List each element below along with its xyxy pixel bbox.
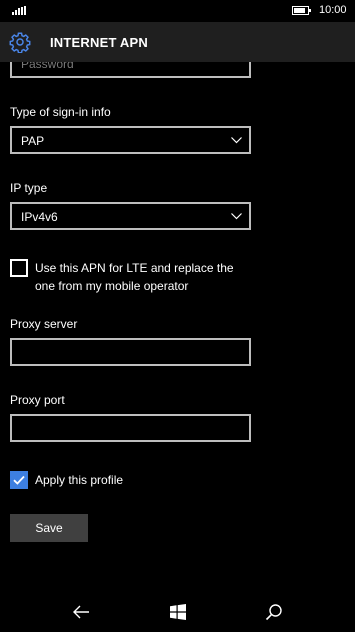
back-arrow-icon[interactable] [71, 602, 91, 622]
signal-strength-icon [12, 6, 26, 15]
proxy-port-field[interactable] [10, 414, 251, 442]
battery-level [294, 8, 305, 13]
signin-type-dropdown[interactable]: PAP [10, 126, 251, 154]
save-button[interactable]: Save [10, 514, 88, 542]
lte-checkbox[interactable] [10, 259, 28, 277]
ip-type-label: IP type [10, 181, 48, 195]
apply-profile-checkbox[interactable] [10, 471, 28, 489]
checkmark-icon [13, 475, 25, 485]
clock: 10:00 [319, 4, 347, 16]
page-title: INTERNET APN [50, 35, 148, 50]
signin-type-label: Type of sign-in info [10, 105, 111, 119]
signin-type-value: PAP [21, 134, 45, 148]
apply-profile-label: Apply this profile [35, 473, 124, 487]
ip-type-dropdown[interactable]: IPv4v6 [10, 202, 251, 230]
windows-start-icon[interactable] [168, 602, 188, 622]
lte-checkbox-label: Use this APN for LTE and replace the one… [35, 261, 234, 293]
battery-icon [292, 6, 311, 15]
proxy-server-input[interactable] [12, 340, 249, 364]
chevron-down-icon [231, 213, 242, 220]
gear-icon [9, 32, 31, 53]
password-input[interactable] [12, 62, 249, 76]
proxy-server-field[interactable] [10, 338, 251, 366]
search-icon[interactable] [264, 602, 284, 622]
password-field[interactable] [10, 62, 251, 78]
status-bar: 10:00 [0, 0, 355, 22]
app-header: INTERNET APN [0, 22, 355, 62]
proxy-port-input[interactable] [12, 416, 249, 440]
proxy-port-label: Proxy port [10, 393, 65, 407]
proxy-server-label: Proxy server [10, 317, 78, 331]
navigation-bar [0, 592, 355, 632]
chevron-down-icon [231, 137, 242, 144]
ip-type-value: IPv4v6 [21, 210, 58, 224]
settings-form: Type of sign-in info PAP IP type IPv4v6 … [0, 62, 355, 592]
